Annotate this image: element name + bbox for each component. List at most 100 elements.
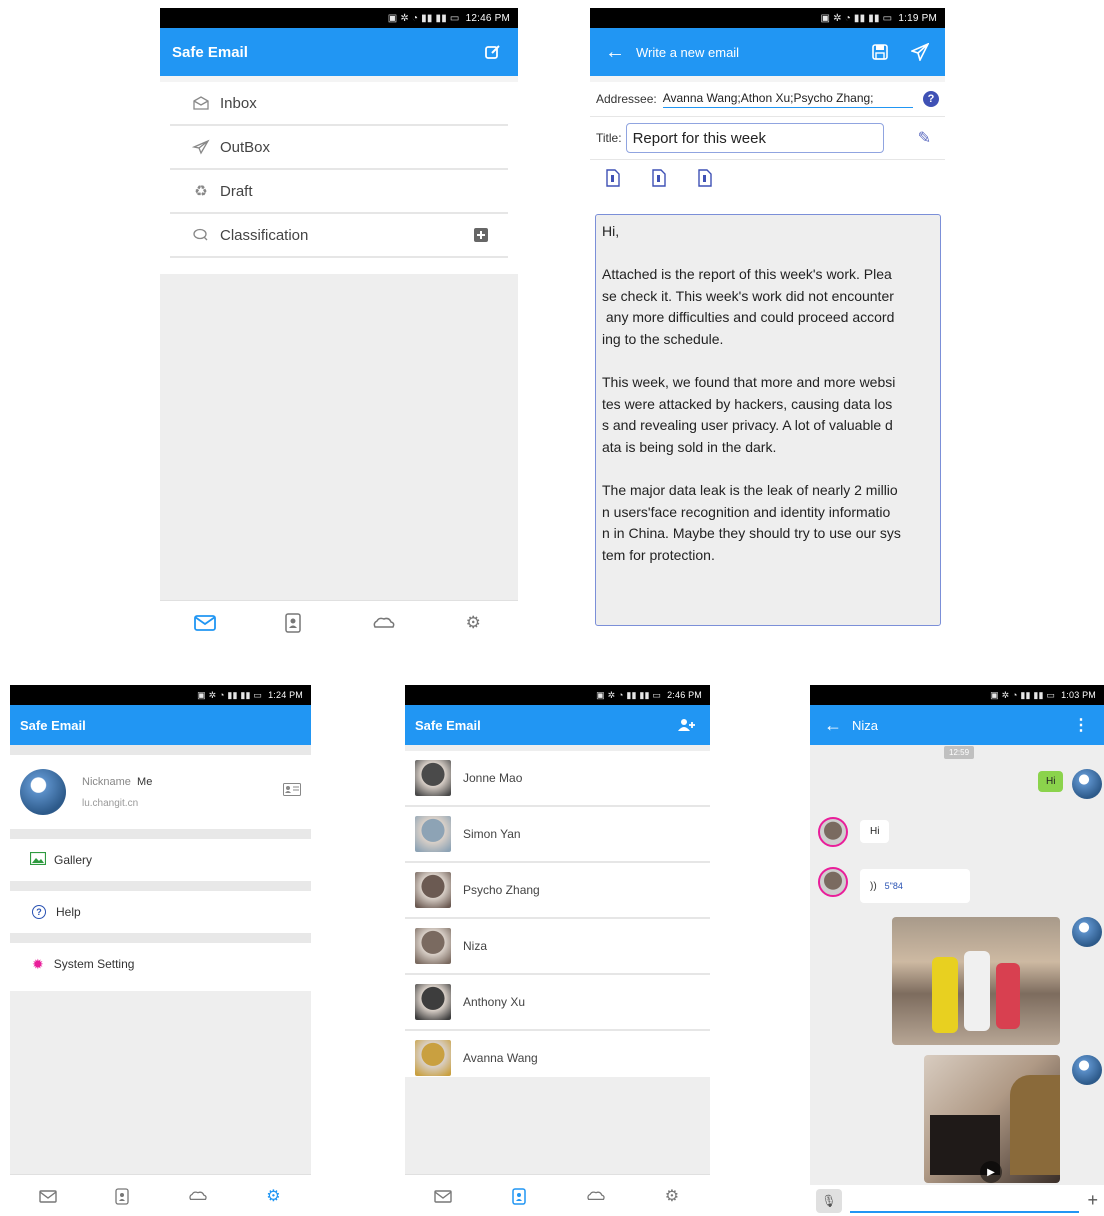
status-icons: ▣ ✲ ◔ ▮▮ ▮▮ ▭ [990, 689, 1056, 700]
menu-item-system-setting[interactable]: ✹ System Setting [10, 943, 311, 985]
sent-message-bubble[interactable]: Hi [1038, 771, 1064, 792]
title-row: Title: Report for this week ✎ [590, 117, 945, 160]
profile-row[interactable]: Nickname Me lu.changit.cn [10, 755, 311, 829]
menu-label: System Setting [53, 957, 135, 971]
empty-area [405, 1077, 710, 1174]
id-card-icon[interactable] [283, 783, 301, 801]
divider [10, 881, 311, 891]
message-input[interactable] [850, 1189, 1080, 1213]
email-body[interactable]: Hi, Attached is the report of this week'… [595, 214, 941, 626]
status-icons: ▣ ✲ ◔ ▮▮ ▮▮ ▭ [197, 689, 263, 700]
plus-icon[interactable]: + [1087, 1190, 1098, 1211]
attached-file-icon[interactable] [652, 168, 666, 192]
received-message-bubble[interactable]: Hi [860, 820, 890, 843]
status-icons: ▣ ✲ ◔ ▮▮ ▮▮ ▭ [820, 12, 893, 24]
microphone-icon[interactable]: 🎙 [816, 1188, 842, 1213]
tab-cloud-icon[interactable] [576, 1181, 616, 1211]
tab-settings-icon[interactable]: ⚙ [253, 1181, 293, 1211]
contact-avatar [818, 817, 848, 847]
play-icon[interactable]: ▶ [980, 1161, 1002, 1183]
chat-icon [190, 227, 212, 243]
attachment-icon[interactable]: ✎ [918, 128, 931, 148]
back-arrow-icon[interactable]: ← [602, 39, 628, 65]
voice-duration: 5"84 [884, 881, 903, 891]
my-avatar [1072, 1055, 1102, 1085]
photo-content [964, 951, 990, 1031]
attached-file-icon[interactable] [698, 168, 712, 192]
contact-row[interactable]: Niza [405, 919, 710, 975]
more-vertical-icon[interactable]: ⋮ [1068, 712, 1094, 738]
status-bar: ▣ ✲ ◔ ▮▮ ▮▮ ▭ 1:19 PM [590, 8, 945, 28]
screen-chat: ▣ ✲ ◔ ▮▮ ▮▮ ▭ 1:03 PM ← Niza ⋮ 12:59 Hi … [810, 685, 1104, 1216]
tab-settings-icon[interactable]: ⚙ [652, 1181, 692, 1211]
tab-contacts-icon[interactable] [103, 1181, 143, 1211]
menu-item-help[interactable]: ? Help [10, 891, 311, 933]
status-icons: ▣ ✲ ◔ ▮▮ ▮▮ ▭ [596, 689, 662, 700]
screen-contacts: ▣ ✲ ◔ ▮▮ ▮▮ ▭ 2:46 PM Safe Email Jonne M… [405, 685, 710, 1216]
contact-avatar [415, 928, 451, 964]
title-label: Title: [596, 131, 622, 145]
contact-name: Simon Yan [463, 827, 521, 841]
recycle-icon: ♻ [194, 183, 208, 200]
divider [10, 933, 311, 943]
status-time: 1:19 PM [898, 12, 937, 24]
menu-item-outbox[interactable]: OutBox [170, 126, 508, 170]
nickname-value: Me [137, 775, 153, 788]
compose-icon[interactable] [480, 39, 506, 65]
bottom-tab-bar: ⚙ [160, 600, 518, 645]
addressee-row: Addressee: Avanna Wang;Athon Xu;Psycho Z… [590, 82, 945, 117]
divider [10, 829, 311, 839]
tab-mail-icon[interactable] [185, 608, 225, 638]
contact-row[interactable]: Psycho Zhang [405, 863, 710, 919]
contact-row[interactable]: Anthony Xu [405, 975, 710, 1031]
my-avatar [1072, 769, 1102, 799]
status-bar: ▣ ✲ ◔ ▮▮ ▮▮ ▭ 1:03 PM [810, 685, 1104, 705]
tab-mail-icon[interactable] [28, 1181, 68, 1211]
my-avatar [1072, 917, 1102, 947]
tab-contacts-icon[interactable] [274, 608, 314, 638]
attached-file-icon[interactable] [606, 168, 620, 192]
tab-mail-icon[interactable] [423, 1181, 463, 1211]
tab-contacts-icon[interactable] [499, 1181, 539, 1211]
chat-input-bar: 🎙 + [810, 1185, 1104, 1216]
menu-label: Gallery [54, 853, 93, 867]
contact-avatar [415, 816, 451, 852]
add-contact-icon[interactable] [674, 712, 700, 738]
tab-settings-icon[interactable]: ⚙ [453, 608, 493, 638]
tab-cloud-icon[interactable] [178, 1181, 218, 1211]
status-icons: ▣ ✲ ◔ ▮▮ ▮▮ ▭ [387, 12, 460, 24]
app-title: Safe Email [415, 717, 481, 733]
status-time: 1:03 PM [1061, 690, 1096, 700]
contact-avatar [415, 984, 451, 1020]
title-input[interactable]: Report for this week [625, 123, 884, 153]
menu-item-classification[interactable]: Classification [170, 214, 508, 258]
status-bar: ▣ ✲ ◔ ▮▮ ▮▮ ▭ 1:24 PM [10, 685, 311, 705]
avatar [20, 769, 66, 815]
add-category-icon[interactable] [474, 228, 488, 242]
contact-row[interactable]: Simon Yan [405, 807, 710, 863]
chat-title: Niza [852, 717, 879, 733]
bottom-tab-bar: ⚙ [10, 1174, 311, 1216]
screen-mail-menu: ▣ ✲ ◔ ▮▮ ▮▮ ▭ 12:46 PM Safe Email Inbox … [160, 8, 518, 648]
contact-name: Niza [463, 939, 488, 953]
voice-message-bubble[interactable]: )) 5"84 [860, 869, 970, 903]
back-arrow-icon[interactable]: ← [820, 712, 846, 738]
menu-item-inbox[interactable]: Inbox [170, 82, 508, 126]
photo-message[interactable] [892, 917, 1060, 1045]
save-icon[interactable] [867, 39, 893, 65]
profile-info: Nickname Me lu.changit.cn [82, 776, 283, 809]
help-icon[interactable]: ? [923, 91, 939, 107]
addressee-field[interactable]: Avanna Wang;Athon Xu;Psycho Zhang; [662, 91, 913, 108]
menu-item-gallery[interactable]: Gallery [10, 839, 311, 881]
addressee-label: Addressee: [596, 92, 657, 106]
empty-area [10, 991, 311, 1174]
menu-label: OutBox [220, 138, 271, 156]
contact-name: Jonne Mao [463, 771, 523, 785]
empty-area [160, 274, 518, 600]
tab-cloud-icon[interactable] [364, 608, 404, 638]
send-icon[interactable] [907, 39, 933, 65]
contact-list: Jonne Mao Simon Yan Psycho Zhang Niza Anthon… [405, 751, 710, 1087]
menu-item-draft[interactable]: ♻ Draft [170, 170, 508, 214]
video-message[interactable]: ▶ [924, 1055, 1060, 1183]
contact-row[interactable]: Jonne Mao [405, 751, 710, 807]
